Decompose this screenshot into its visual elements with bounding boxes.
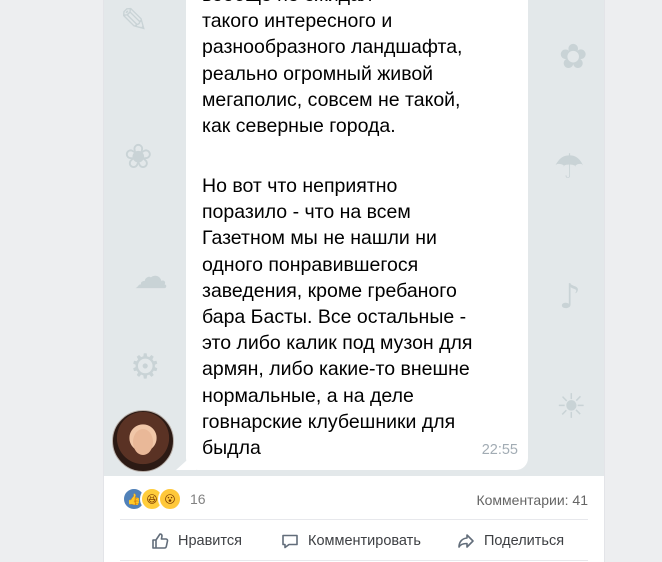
share-icon [458,534,474,548]
share-label: Поделиться [484,533,565,549]
doodle-icon: ✎ [120,1,149,41]
reactions-summary[interactable]: 👍 😆 😮 16 [122,487,206,511]
doodle-icon: ❀ [124,137,153,177]
thumbs-up-icon [152,533,169,549]
comment-button[interactable]: Комментировать [280,528,421,554]
avatar [112,410,174,472]
chat-screenshot[interactable]: ✎ ❀ ☁ ⚙ ✿ ☂ ♪ ☀ вообще не ожидал такого … [104,0,604,476]
doodle-icon: ♪ [559,277,581,317]
doodle-icon: ⚙ [130,347,161,387]
comments-count-link[interactable]: Комментарии: 41 [476,492,588,508]
doodle-icon: ☁ [134,257,168,297]
doodle-icon: ☀ [556,387,587,427]
message-bubble: вообще не ожидал такого интересного и ра… [186,0,528,470]
post-actions: Нравится Комментировать Поделиться [104,528,604,554]
divider [120,519,588,520]
like-label: Нравится [178,533,242,549]
like-button[interactable]: Нравится [150,528,242,554]
doodle-icon: ☂ [554,147,585,187]
comment-label: Комментировать [308,533,421,549]
share-button[interactable]: Поделиться [456,528,564,554]
wow-reaction-icon: 😮 [158,487,182,511]
divider [120,560,588,561]
post-card: ✎ ❀ ☁ ⚙ ✿ ☂ ♪ ☀ вообще не ожидал такого … [103,0,605,562]
doodle-icon: ✿ [559,37,588,77]
message-paragraph: вообще не ожидал такого интересного и ра… [202,0,463,138]
reactions-count: 16 [190,491,206,507]
comment-icon [282,534,298,549]
message-time: 22:55 [481,442,518,458]
message-paragraph: Но вот что неприятно поразило - что на в… [202,175,473,460]
